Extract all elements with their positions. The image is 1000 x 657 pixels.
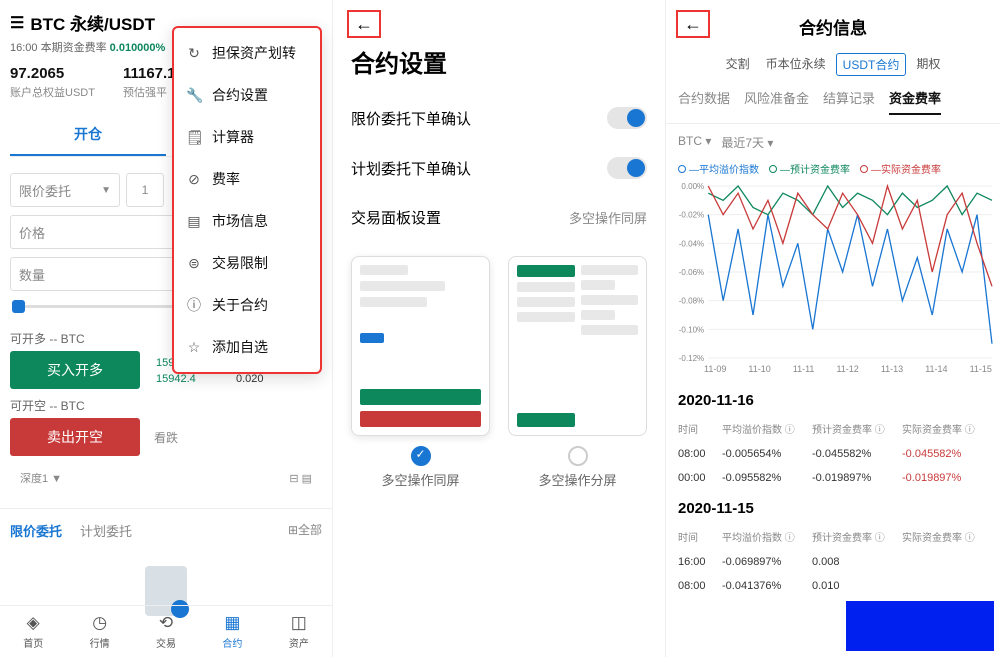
menu-icon: ↻	[186, 45, 202, 62]
overlay-box	[846, 601, 994, 651]
page-title: 合约设置	[333, 38, 665, 93]
menu-icon: ⊜	[186, 255, 202, 272]
leverage-box[interactable]: 1	[126, 173, 164, 207]
nav-trade[interactable]: ⟲交易	[133, 606, 199, 657]
radio-on-icon	[411, 446, 431, 466]
legend-item: —预计资金费率	[769, 161, 850, 176]
swap-icon: ⟲	[159, 613, 173, 633]
arrow-left-icon: ←	[355, 14, 373, 35]
book-display-toggle[interactable]: ⊟ ▤	[289, 472, 312, 485]
menu-item[interactable]: 🔧合约设置	[172, 74, 322, 116]
svg-text:-0.10%: -0.10%	[679, 325, 704, 334]
table-row: 08:00-0.041376%0.010	[666, 574, 1000, 598]
type-tab[interactable]: 期权	[910, 53, 946, 76]
order-type-select[interactable]: 限价委托▼	[10, 173, 120, 207]
svg-text:0.00%: 0.00%	[681, 182, 704, 191]
orders-tab-plan[interactable]: 计划委托	[80, 521, 132, 540]
sub-tab[interactable]: 结算记录	[823, 88, 875, 115]
equity-stat: 97.2065 账户总权益USDT	[10, 65, 95, 100]
limit-confirm-toggle[interactable]	[607, 107, 647, 129]
coin-filter[interactable]: BTC ▾	[678, 134, 711, 151]
menu-icon: 🗒	[186, 129, 202, 146]
menu-item[interactable]: ⊘费率	[172, 158, 322, 200]
section-value: 多空操作同屏	[569, 208, 647, 227]
table-header: 时间平均溢价指数 ⓘ预计资金费率 ⓘ实际资金费率 ⓘ	[666, 523, 1000, 550]
legend-item: —平均溢价指数	[678, 161, 759, 176]
layout-option-split[interactable]: 多空操作分屏	[508, 256, 647, 489]
table-row: 08:00-0.005654%-0.045582%-0.045582%	[666, 442, 1000, 466]
orders-tab-limit[interactable]: 限价委托	[10, 521, 62, 540]
range-filter[interactable]: 最近7天 ▾	[721, 134, 773, 151]
flame-icon: ◈	[27, 613, 40, 633]
table-row: 16:00-0.069897%0.008	[666, 550, 1000, 574]
sub-tab[interactable]: 合约数据	[678, 88, 730, 115]
liq-stat: 11167.1 预估强平	[123, 65, 176, 100]
back-button[interactable]: ←	[347, 10, 381, 38]
menu-item[interactable]: ⓘ关于合约	[172, 284, 322, 326]
svg-text:-0.02%: -0.02%	[679, 211, 704, 220]
table-header: 时间平均溢价指数 ⓘ预计资金费率 ⓘ实际资金费率 ⓘ	[666, 415, 1000, 442]
menu-item[interactable]: ☆添加自选	[172, 326, 322, 368]
buy-button[interactable]: 买入开多	[10, 351, 140, 389]
menu-item[interactable]: ▤市场信息	[172, 200, 322, 242]
type-tab[interactable]: 交割	[720, 53, 756, 76]
tab-open[interactable]: 开仓	[10, 114, 166, 156]
radio-off-icon	[568, 446, 588, 466]
menu-item[interactable]: ⊜交易限制	[172, 242, 322, 284]
menu-item[interactable]: 🗒计算器	[172, 116, 322, 158]
sell-button[interactable]: 卖出开空	[10, 418, 140, 456]
plan-confirm-toggle[interactable]	[607, 157, 647, 179]
back-button[interactable]: ←	[676, 10, 710, 38]
arrow-left-icon: ←	[684, 14, 702, 35]
setting-label: 限价委托下单确认	[351, 108, 471, 129]
menu-icon: ☆	[186, 339, 202, 356]
setting-label: 计划委托下单确认	[351, 158, 471, 179]
chevron-down-icon: ▼	[101, 185, 111, 196]
list-icon: ☰	[10, 13, 24, 33]
type-tab[interactable]: USDT合约	[836, 53, 907, 76]
menu-icon: ⓘ	[186, 295, 202, 315]
svg-text:-0.06%: -0.06%	[679, 268, 704, 277]
svg-text:-0.04%: -0.04%	[679, 239, 704, 248]
funding-rate-chart: 0.00% -0.02% -0.04% -0.06% -0.08% -0.10% -0.12…	[666, 182, 1000, 362]
table-row: 00:00-0.095582%-0.019897%-0.019897%	[666, 466, 1000, 490]
pair-label: BTC 永续/USDT	[30, 10, 155, 35]
side-label: 看跌	[154, 429, 178, 446]
svg-text:-0.12%: -0.12%	[679, 354, 704, 362]
page-title: 合约信息	[799, 19, 867, 38]
wallet-icon: ◫	[291, 613, 307, 633]
depth-select[interactable]: 深度1 ▼	[20, 470, 62, 486]
legend-item: —实际资金费率	[860, 161, 941, 176]
nav-markets[interactable]: ◷行情	[66, 606, 132, 657]
menu-icon: 🔧	[186, 87, 202, 104]
section-label: 交易面板设置	[351, 207, 441, 228]
menu-item[interactable]: ↻担保资产划转	[172, 32, 322, 74]
contract-icon: ▦	[224, 613, 240, 633]
sub-tab[interactable]: 风险准备金	[744, 88, 809, 115]
menu-icon: ⊘	[186, 171, 202, 188]
orders-all-link[interactable]: ⊞全部	[288, 521, 322, 540]
nav-home[interactable]: ◈首页	[0, 606, 66, 657]
overflow-menu: ↻担保资产划转🔧合约设置🗒计算器⊘费率▤市场信息⊜交易限制ⓘ关于合约☆添加自选	[172, 26, 322, 374]
sub-tab[interactable]: 资金费率	[889, 88, 941, 115]
nav-futures[interactable]: ▦合约	[199, 606, 265, 657]
allow-short-label: 可开空 -- BTC	[10, 397, 322, 414]
type-tab[interactable]: 币本位永续	[760, 53, 832, 76]
menu-icon: ▤	[186, 213, 202, 230]
compass-icon: ◷	[92, 613, 107, 633]
svg-text:-0.08%: -0.08%	[679, 297, 704, 306]
date-header: 2020-11-15	[666, 490, 1000, 523]
nav-assets[interactable]: ◫资产	[266, 606, 332, 657]
date-header: 2020-11-16	[666, 382, 1000, 415]
layout-option-combined[interactable]: 多空操作同屏	[351, 256, 490, 489]
